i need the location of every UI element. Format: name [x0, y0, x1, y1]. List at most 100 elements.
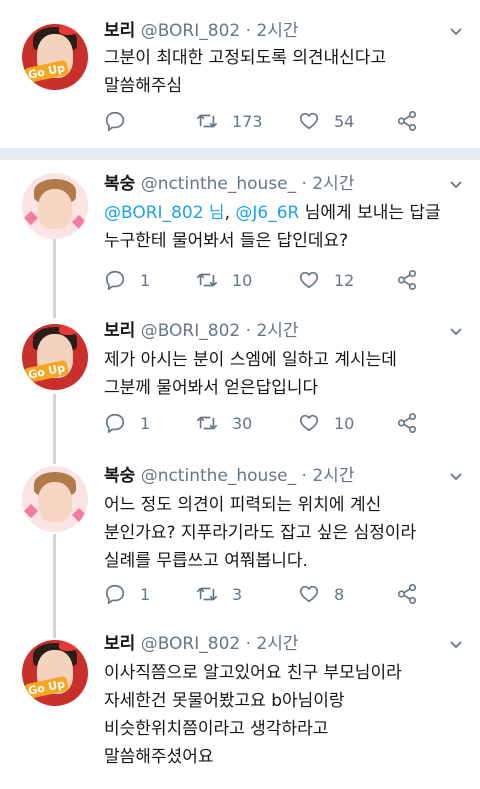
avatar[interactable]: Go Up: [22, 324, 88, 390]
retweet-icon: [196, 269, 218, 291]
share-button[interactable]: [396, 582, 418, 606]
retweet-count: 173: [232, 111, 263, 131]
tweet-text-line: 비슷한위치쯤이라고 생각하라고: [104, 719, 329, 739]
thread-line: [53, 394, 56, 454]
reply-count: 1: [140, 270, 151, 290]
avatar[interactable]: [22, 466, 88, 532]
display-name[interactable]: 보리: [104, 21, 135, 41]
share-icon: [396, 583, 418, 605]
reply-count: 1: [140, 584, 151, 604]
reply-button[interactable]: [104, 109, 140, 133]
timestamp[interactable]: 2시간: [312, 174, 354, 194]
reply-icon: [104, 269, 126, 291]
tweet-text-line: 그분께 물어봐서 얻은답입니다: [104, 378, 319, 398]
timestamp[interactable]: 2시간: [256, 321, 298, 341]
tweet-text-line: 말씀해주셨어요: [104, 747, 214, 767]
avatar[interactable]: Go Up: [22, 640, 88, 706]
reply-icon: [104, 583, 126, 605]
tweet[interactable]: 복숭 @nctinthe_house_ · 2시간 @BORI_802 님, @…: [0, 160, 480, 306]
like-icon: [298, 412, 320, 434]
tweet-text-line: 이사직쯤으로 알고있어요 친구 부모님이라: [104, 663, 402, 683]
avatar[interactable]: Go Up: [22, 24, 88, 90]
share-icon: [396, 412, 418, 434]
like-button[interactable]: 54: [298, 109, 354, 133]
tweet-text: 이사직쯤으로 알고있어요 친구 부모님이라 자세한건 못물어봤고요 b아님이랑 …: [104, 659, 472, 771]
tweet[interactable]: Go Up 보리 @BORI_802 · 2시간 이사직쯤으로 알고있어요 친구…: [0, 626, 480, 789]
thread-line: [53, 454, 56, 464]
retweet-button[interactable]: 10: [196, 268, 252, 292]
display-name[interactable]: 복숭: [104, 174, 135, 194]
tweet-actions: 173 54: [104, 109, 464, 133]
user-handle[interactable]: @nctinthe_house_: [141, 466, 296, 486]
user-handle[interactable]: @BORI_802: [141, 634, 241, 654]
display-name[interactable]: 보리: [104, 321, 135, 341]
user-handle[interactable]: @BORI_802: [141, 21, 241, 41]
retweet-button[interactable]: 173: [196, 109, 263, 133]
chevron-down-icon[interactable]: [450, 179, 462, 191]
chevron-down-icon[interactable]: [450, 471, 462, 483]
reply-button[interactable]: 1: [104, 268, 150, 292]
tweet-header: 복숭 @nctinthe_house_ · 2시간: [104, 173, 354, 195]
reply-icon: [104, 412, 126, 434]
tweet-text-line: 자세한건 못물어봤고요 b아님이랑: [104, 691, 345, 711]
tweet[interactable]: Go Up 보리 @BORI_802 · 2시간 그분이 최대한 고정되도록 의…: [0, 0, 480, 148]
separator-dot: ·: [245, 321, 252, 341]
retweet-button[interactable]: 30: [196, 411, 252, 435]
reply-context-suffix: 님에게 보내는 답글: [299, 203, 441, 223]
user-handle[interactable]: @BORI_802: [141, 321, 241, 341]
tweet-text-line: 누구한테 물어봐서 들은 답인데요?: [104, 231, 349, 251]
timestamp[interactable]: 2시간: [256, 634, 298, 654]
like-button[interactable]: 12: [298, 268, 354, 292]
separator-dot: ·: [301, 466, 307, 486]
share-button[interactable]: [396, 268, 418, 292]
like-icon: [298, 269, 320, 291]
share-button[interactable]: [396, 411, 418, 435]
avatar[interactable]: [22, 173, 88, 239]
like-icon: [298, 583, 320, 605]
conversation-gap: [0, 148, 480, 160]
timestamp[interactable]: 2시간: [256, 21, 298, 41]
like-count: 8: [334, 584, 345, 604]
chevron-down-icon[interactable]: [450, 639, 462, 651]
retweet-icon: [196, 412, 218, 434]
tweet-text-line: 실례를 무릅쓰고 여쭤봅니다.: [104, 551, 308, 571]
tweet-actions: 1 30 10: [104, 411, 464, 435]
retweet-icon: [196, 583, 218, 605]
reply-button[interactable]: 1: [104, 582, 150, 606]
tweet-actions: 1 10 12: [104, 268, 464, 292]
user-handle[interactable]: @nctinthe_house_: [141, 174, 296, 194]
tweet-header: 보리 @BORI_802 · 2시간: [104, 633, 299, 655]
reply-button[interactable]: 1: [104, 411, 150, 435]
like-button[interactable]: 10: [298, 411, 354, 435]
reply-icon: [104, 110, 126, 132]
thread-line: [53, 626, 56, 638]
tweet-header: 보리 @BORI_802 · 2시간: [104, 320, 299, 342]
mention-link[interactable]: @J6_6R: [235, 203, 299, 223]
share-button[interactable]: [396, 109, 418, 133]
timestamp[interactable]: 2시간: [312, 466, 354, 486]
tweet[interactable]: Go Up 보리 @BORI_802 · 2시간 제가 아시는 분이 스엠에 일…: [0, 306, 480, 454]
share-icon: [396, 269, 418, 291]
display-name[interactable]: 복숭: [104, 466, 135, 486]
chevron-down-icon[interactable]: [450, 326, 462, 338]
retweet-count: 10: [232, 270, 253, 290]
chevron-down-icon[interactable]: [450, 26, 462, 38]
retweet-button[interactable]: 3: [196, 582, 242, 606]
tweet-text-line: 그분이 최대한 고정되도록 의견내신다고: [104, 48, 387, 68]
display-name[interactable]: 보리: [104, 634, 135, 654]
tweet[interactable]: 복숭 @nctinthe_house_ · 2시간 어느 정도 의견이 피력되는…: [0, 454, 480, 626]
tweet-text: 제가 아시는 분이 스엠에 일하고 계시는데 그분께 물어봐서 얻은답입니다: [104, 346, 472, 402]
tweet-text: 어느 정도 의견이 피력되는 위치에 계신 분인가요? 지푸라기라도 잡고 싶은…: [104, 491, 472, 575]
tweet-header: 복숭 @nctinthe_house_ · 2시간: [104, 465, 354, 487]
mention-separator: ,: [224, 203, 236, 223]
separator-dot: ·: [301, 174, 307, 194]
thread-line: [53, 534, 56, 626]
retweet-count: 30: [232, 413, 253, 433]
mention-link[interactable]: @BORI_802 님: [104, 203, 225, 223]
tweet-text: @BORI_802 님, @J6_6R 님에게 보내는 답글 누구한테 물어봐서…: [104, 199, 472, 255]
tweet-actions: 1 3 8: [104, 582, 464, 606]
tweet-header: 보리 @BORI_802 · 2시간: [104, 20, 299, 42]
separator-dot: ·: [245, 21, 252, 41]
like-button[interactable]: 8: [298, 582, 344, 606]
thread-line: [53, 228, 56, 306]
